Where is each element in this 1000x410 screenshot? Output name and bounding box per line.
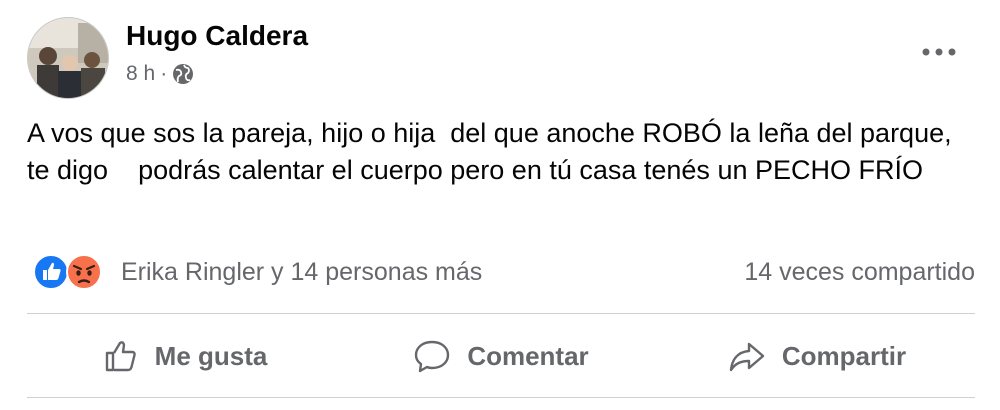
meta-separator: · bbox=[160, 62, 168, 85]
facebook-post: Hugo Caldera 8 h · A vos que sos la pare… bbox=[0, 0, 1000, 410]
avatar-photo bbox=[28, 18, 108, 98]
thumbs-up-icon bbox=[105, 341, 136, 372]
like-label: Me gusta bbox=[154, 340, 268, 371]
globe-icon[interactable] bbox=[172, 63, 194, 85]
comment-button[interactable]: Comentar bbox=[343, 322, 659, 390]
comment-icon bbox=[415, 340, 450, 373]
divider-bottom bbox=[27, 397, 975, 398]
angry-reaction-icon bbox=[66, 254, 102, 290]
action-bar: Me gusta Comentar Compartir bbox=[27, 322, 975, 390]
post-meta: 8 h · bbox=[126, 62, 194, 86]
share-arrow-icon bbox=[729, 342, 765, 372]
comment-label: Comentar bbox=[467, 340, 589, 371]
share-label: Compartir bbox=[781, 340, 907, 371]
shares-count[interactable]: 14 veces compartido bbox=[744, 258, 975, 287]
share-button[interactable]: Compartir bbox=[659, 322, 975, 390]
reaction-icons[interactable] bbox=[33, 253, 105, 291]
divider-top bbox=[27, 313, 975, 314]
post-timestamp[interactable]: 8 h bbox=[126, 62, 155, 86]
author-avatar[interactable] bbox=[27, 17, 109, 99]
like-reaction-icon bbox=[33, 254, 69, 290]
reactions-summary[interactable]: Erika Ringler y 14 personas más bbox=[121, 258, 482, 287]
post-text: A vos que sos la pareja, hijo o hija del… bbox=[27, 118, 967, 185]
more-options-icon[interactable] bbox=[921, 42, 957, 62]
author-name[interactable]: Hugo Caldera bbox=[126, 20, 308, 52]
like-button[interactable]: Me gusta bbox=[27, 322, 343, 390]
